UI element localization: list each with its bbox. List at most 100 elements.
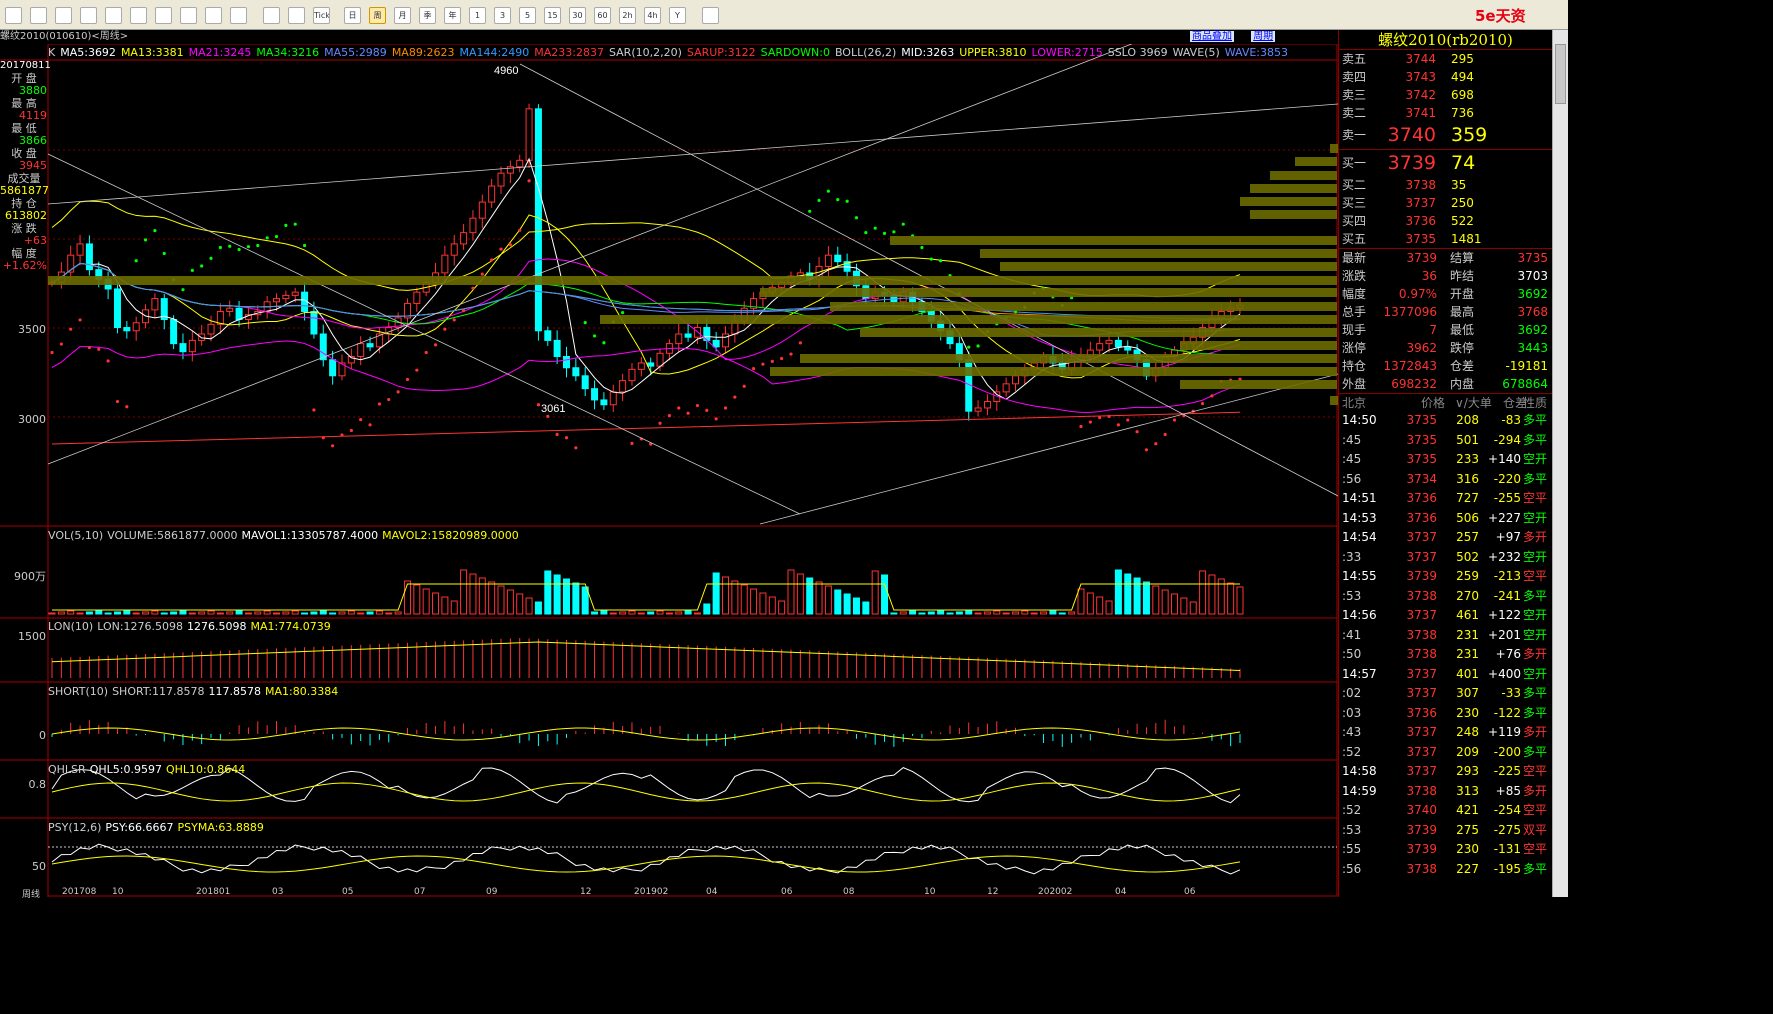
4h-icon[interactable]: 4h <box>644 7 661 24</box>
calc-icon[interactable] <box>702 7 719 24</box>
2h-icon[interactable]: 2h <box>619 7 636 24</box>
1min-icon[interactable]: 1 <box>469 7 486 24</box>
tick-nature: 多平 <box>1523 588 1548 603</box>
draw-icon[interactable] <box>155 7 172 24</box>
sar-dot <box>920 245 924 250</box>
day-icon[interactable]: 日 <box>344 7 361 24</box>
stat-label: 开盘 <box>1450 287 1475 301</box>
news-icon[interactable] <box>55 7 72 24</box>
candle-body <box>469 217 477 234</box>
overlay-commodity-link[interactable]: 商品叠加 <box>1190 31 1234 42</box>
tick-row[interactable]: :52 3737 209 -200 多平 <box>1339 743 1552 763</box>
mavol-line <box>52 583 1240 611</box>
tick-oi-change: +119 <box>1488 725 1521 739</box>
zoom-icon[interactable] <box>130 7 147 24</box>
ask-row[interactable]: 卖三 3742 698 <box>1339 86 1552 104</box>
home-icon[interactable] <box>5 7 22 24</box>
bid-1-price: 3739 <box>1387 152 1436 174</box>
lab-icon[interactable] <box>205 7 222 24</box>
tick-row[interactable]: :53 3738 270 -241 多平 <box>1339 587 1552 607</box>
period-link[interactable]: 周期 <box>1251 31 1276 42</box>
line-chart-icon[interactable] <box>288 7 305 24</box>
candle-body <box>170 319 178 345</box>
tick-row[interactable]: 14:56 3737 461 +122 空开 <box>1339 606 1552 626</box>
Y-icon[interactable]: Y <box>669 7 686 24</box>
bid-row[interactable]: 买五 3735 1481 <box>1339 230 1552 248</box>
tick-row[interactable]: 14:59 3738 313 +85 多开 <box>1339 782 1552 802</box>
candle-body <box>366 343 374 348</box>
volume-bar <box>179 610 187 615</box>
tick-row[interactable]: :55 3739 230 -131 空平 <box>1339 840 1552 860</box>
15min-icon[interactable]: 15 <box>544 7 561 24</box>
table-icon[interactable] <box>263 7 280 24</box>
volume-bar <box>170 611 178 615</box>
tick-row[interactable]: 14:58 3737 293 -225 空平 <box>1339 762 1552 782</box>
trend-line <box>47 103 1339 205</box>
sar-dot <box>499 247 503 251</box>
season-icon[interactable]: 季 <box>419 7 436 24</box>
tick-row[interactable]: :02 3737 307 -33 多平 <box>1339 684 1552 704</box>
tick-nature: 空平 <box>1523 491 1548 505</box>
60min-icon[interactable]: 60 <box>594 7 611 24</box>
tick-row[interactable]: :56 3738 227 -195 多平 <box>1339 860 1552 880</box>
stat-label: 总手 <box>1342 305 1367 319</box>
sar-dot <box>302 243 307 248</box>
tick-row[interactable]: 14:53 3736 506 +227 空开 <box>1339 509 1552 529</box>
pen-icon[interactable] <box>180 7 197 24</box>
sar-dot <box>59 342 63 346</box>
vertical-scrollbar[interactable] <box>1552 30 1568 897</box>
week-icon[interactable]: 周 <box>369 7 386 24</box>
search-icon[interactable] <box>105 7 122 24</box>
tick-icon[interactable]: Tick <box>313 7 330 24</box>
bid-1-row[interactable]: 买一 3739 74 <box>1339 149 1552 176</box>
5min-icon[interactable]: 5 <box>519 7 536 24</box>
year-icon[interactable]: 年 <box>444 7 461 24</box>
tick-row[interactable]: :03 3736 230 -122 多平 <box>1339 704 1552 724</box>
tick-row[interactable]: 14:51 3736 727 -255 空平 <box>1339 489 1552 509</box>
volume-bar <box>778 600 786 615</box>
30min-icon[interactable]: 30 <box>569 7 586 24</box>
candle-body <box>497 172 505 187</box>
sar-dot <box>574 446 578 450</box>
tick-row[interactable]: 14:50 3735 208 -83 多平 <box>1339 411 1552 431</box>
sar-dot <box>190 268 194 273</box>
tick-row[interactable]: 14:55 3739 259 -213 空平 <box>1339 567 1552 587</box>
ask-row[interactable]: 卖二 3741 736 <box>1339 104 1552 122</box>
refresh-icon[interactable] <box>80 7 97 24</box>
tick-list[interactable]: 14:50 3735 208 -83 多平:45 3735 501 -294 多平:45 3735… <box>1339 411 1552 879</box>
ask-1-row[interactable]: 卖一 3740 359 <box>1339 122 1552 149</box>
stat-row: 涨停 3962 跌停 3443 <box>1339 339 1552 357</box>
tick-row[interactable]: :41 3738 231 +201 空开 <box>1339 626 1552 646</box>
volume-bar <box>824 585 832 615</box>
folder-icon[interactable] <box>30 7 47 24</box>
tick-row[interactable]: :45 3735 501 -294 多平 <box>1339 431 1552 451</box>
volume-bar <box>85 611 93 615</box>
3min-icon[interactable]: 3 <box>494 7 511 24</box>
candle-body <box>619 380 627 393</box>
tick-row[interactable]: :45 3735 233 +140 空开 <box>1339 450 1552 470</box>
scrollbar-thumb[interactable] <box>1555 44 1566 104</box>
bid-row[interactable]: 买四 3736 522 <box>1339 212 1552 230</box>
tick-row[interactable]: :50 3738 231 +76 多开 <box>1339 645 1552 665</box>
bid-row[interactable]: 买二 3738 35 <box>1339 176 1552 194</box>
tick-row[interactable]: :56 3734 316 -220 多平 <box>1339 470 1552 490</box>
tick-row[interactable]: :53 3739 275 -275 双平 <box>1339 821 1552 841</box>
time-tick-label: 06 <box>781 887 793 897</box>
chart-icon[interactable] <box>230 7 247 24</box>
ask-row[interactable]: 卖四 3743 494 <box>1339 68 1552 86</box>
volume-bar <box>955 611 963 615</box>
candle-body <box>478 201 486 219</box>
bid-1-label: 买一 <box>1342 156 1367 170</box>
candle-body <box>684 333 692 338</box>
tick-row[interactable]: 14:54 3737 257 +97 多开 <box>1339 528 1552 548</box>
stat-label: 昨结 <box>1450 269 1475 283</box>
tick-row[interactable]: 14:57 3737 401 +400 空开 <box>1339 665 1552 685</box>
bid-row[interactable]: 买三 3737 250 <box>1339 194 1552 212</box>
tick-row[interactable]: :52 3740 421 -254 空平 <box>1339 801 1552 821</box>
tick-row[interactable]: :43 3737 248 +119 多开 <box>1339 723 1552 743</box>
stat-row: 幅度 0.97% 开盘 3692 <box>1339 285 1552 303</box>
ask-row[interactable]: 卖五 3744 295 <box>1339 50 1552 68</box>
month-icon[interactable]: 月 <box>394 7 411 24</box>
volume-bar <box>1058 612 1066 615</box>
tick-row[interactable]: :33 3737 502 +232 空开 <box>1339 548 1552 568</box>
